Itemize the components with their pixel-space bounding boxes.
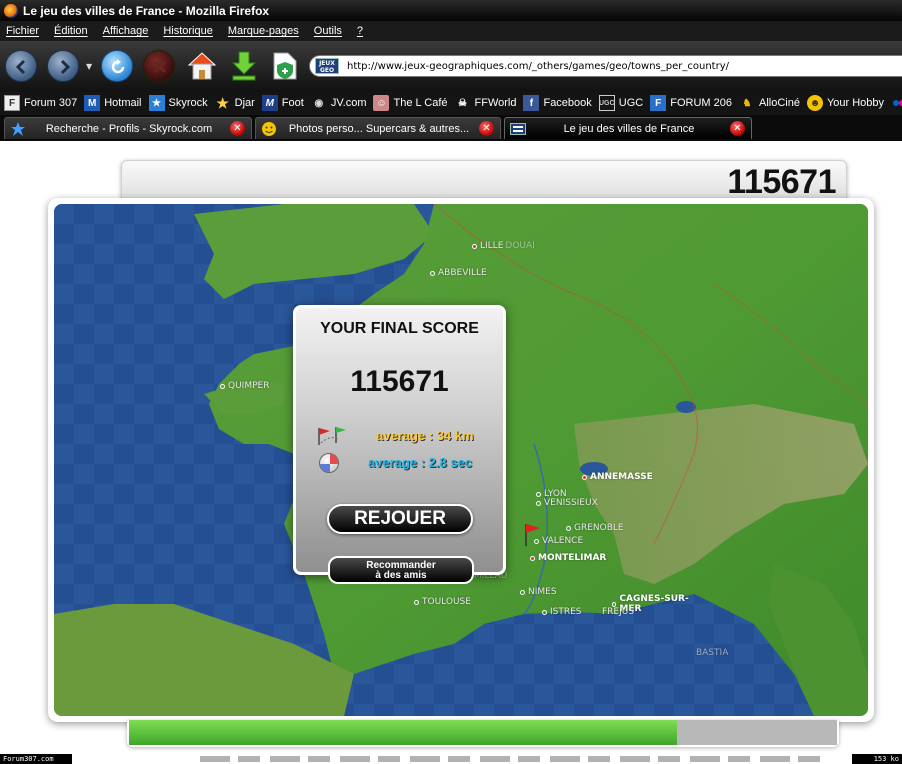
stop-icon [153, 60, 167, 74]
status-text-blur [200, 756, 820, 762]
firefox-logo-icon [4, 3, 18, 18]
arrow-right-icon [60, 59, 71, 75]
town-montelimar: MONTELIMAR [530, 553, 606, 563]
bookmark-jvcom[interactable]: ◉ JV.com [311, 95, 366, 111]
close-tab-icon[interactable]: ✕ [730, 121, 745, 136]
history-dropdown-icon[interactable]: ▼ [86, 62, 92, 71]
menu-marque-pages[interactable]: Marque-pages [228, 25, 299, 37]
town-istres: ISTRES [542, 607, 582, 617]
reload-icon [111, 59, 125, 74]
arrow-left-icon [15, 59, 26, 75]
bookmark-your-hobby[interactable]: ☻ Your Hobby [806, 95, 884, 111]
bookmark-skyrock[interactable]: ★ Skyrock [148, 95, 208, 111]
final-score-title: YOUR FINAL SCORE [320, 320, 479, 337]
menu-edition[interactable]: Édition [54, 25, 88, 37]
jeux-geo-icon [510, 122, 526, 135]
bookmark-hotmail[interactable]: M Hotmail [84, 95, 142, 111]
progress-fill [129, 720, 677, 745]
town-venissieux: VENISSIEUX [536, 498, 598, 508]
average-time: average : 2.8 sec [368, 455, 473, 470]
town-annemasse: ANNEMASSE [582, 472, 653, 482]
town-lille: LILLE DOUAI [472, 241, 535, 251]
bookmarks-toolbar: F Forum 307 M Hotmail ★ Skyrock ★ Djar M Foot… [0, 91, 902, 115]
allocine-icon: ♞ [742, 97, 752, 109]
menu-fichier[interactable]: Fichier [6, 25, 39, 37]
site-favicon-icon: JEUX GEO [315, 58, 339, 74]
forum-icon: F [4, 95, 20, 111]
face-icon: ☺ [373, 95, 390, 111]
menu-help[interactable]: ? [357, 25, 363, 37]
town-nimes: NIMES [520, 587, 557, 597]
progress-track [129, 720, 837, 745]
flickr-icon [891, 95, 902, 111]
skull-icon: ☠ [458, 97, 467, 109]
hotmail-icon: M [84, 95, 101, 111]
tab-bar: Recherche - Profils - Skyrock.com ✕ Phot… [0, 115, 902, 141]
smiley-icon: ☻ [806, 95, 823, 111]
joystick-icon: ◉ [314, 97, 324, 109]
recommend-line-2: à des amis [375, 570, 427, 581]
status-right: 153 ko [852, 754, 902, 764]
address-bar[interactable]: JEUX GEO http://www.jeux-geographiques.c… [309, 55, 902, 77]
town-toulouse: TOULOUSE [414, 597, 471, 607]
bookmark-forum-206[interactable]: F FORUM 206 [650, 95, 732, 111]
back-button[interactable] [5, 50, 37, 82]
forward-button[interactable] [47, 50, 79, 82]
window-title: Le jeu des villes de France - Mozilla Fi… [23, 3, 270, 18]
bookmark-ffworld[interactable]: ☠ FFWorld [455, 95, 516, 111]
bookmark-djar[interactable]: ★ Djar [215, 94, 254, 111]
town-bastia: BASTIA [696, 648, 729, 658]
final-score-dialog: YOUR FINAL SCORE 115671 average : 34 km … [293, 305, 506, 584]
town-quimper: QUIMPER [220, 381, 269, 391]
menu-bar: Fichier Édition Affichage Historique Mar… [0, 21, 902, 41]
navigation-toolbar: ▼ JEUX GEO http://www.jeux-geographiques… [0, 41, 902, 91]
menu-affichage[interactable]: Affichage [103, 25, 149, 37]
tab-photos[interactable]: Photos perso... Supercars & autres... ✕ [255, 117, 501, 139]
close-tab-icon[interactable]: ✕ [230, 121, 245, 136]
window-titlebar: Le jeu des villes de France - Mozilla Fi… [0, 0, 902, 21]
reload-button[interactable] [101, 50, 133, 82]
time-progress-bar [127, 720, 839, 747]
bookmark-facebook[interactable]: f Facebook [523, 95, 592, 111]
star-icon: ★ [216, 94, 229, 111]
recommend-button[interactable]: Recommander à des amis [328, 556, 474, 584]
address-url[interactable]: http://www.jeux-geographiques.com/_other… [347, 61, 729, 72]
hotmail-icon: M [261, 95, 278, 111]
bookmark-foot[interactable]: M Foot [261, 95, 304, 111]
bookmark-ugc[interactable]: UGC UGC [598, 95, 643, 111]
security-shield-icon[interactable] [270, 49, 300, 83]
menu-historique[interactable]: Historique [163, 25, 213, 37]
town-frejus: FREJUS [602, 607, 635, 617]
bookmark-the-l-cafe[interactable]: ☺ The L Café [373, 95, 448, 111]
facebook-icon: f [523, 95, 540, 111]
tab-skyrock[interactable]: Recherche - Profils - Skyrock.com ✕ [4, 117, 252, 139]
distance-flags-icon [318, 427, 346, 445]
bookmark-forum-307[interactable]: F Forum 307 [4, 95, 77, 111]
final-score-value: 115671 [350, 365, 449, 398]
star-icon: ★ [148, 95, 165, 111]
stop-button[interactable] [143, 50, 175, 82]
average-distance: average : 34 km [376, 428, 474, 443]
tab-jeu-villes[interactable]: Le jeu des villes de France ✕ [504, 117, 752, 139]
answer-flag-icon [525, 524, 540, 546]
smiley-icon [262, 121, 276, 136]
status-left: Forum307.com [0, 754, 72, 764]
menu-outils[interactable]: Outils [314, 25, 342, 37]
forum-icon: F [650, 95, 667, 111]
ugc-icon: UGC [598, 95, 615, 111]
bookmark-allocine[interactable]: ♞ AlloCiné [739, 95, 800, 111]
town-grenoble: GRENOBLE [566, 523, 624, 533]
timer-icon [319, 453, 339, 473]
town-abbeville: ABBEVILLE [430, 268, 487, 278]
score-value: 115671 [727, 163, 836, 201]
skyrock-star-icon [11, 121, 25, 136]
home-icon[interactable] [186, 49, 218, 83]
close-tab-icon[interactable]: ✕ [479, 121, 494, 136]
bookmark-flickr[interactable] [891, 95, 902, 111]
status-bar: Forum307.com 153 ko [0, 754, 902, 764]
replay-button[interactable]: REJOUER [327, 504, 473, 534]
download-icon[interactable] [229, 49, 259, 83]
